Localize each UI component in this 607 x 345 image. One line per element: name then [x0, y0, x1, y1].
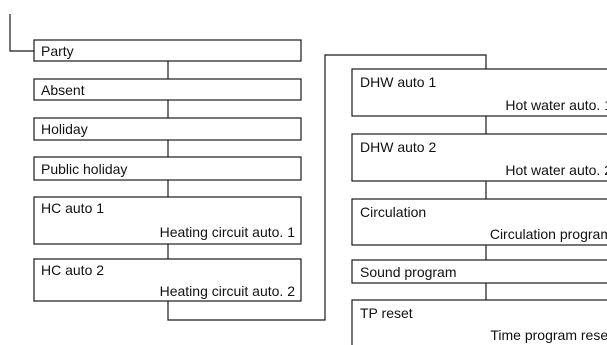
menu-item-subtitle: Circulation program [490, 226, 607, 242]
menu-item-title: Holiday [41, 121, 88, 137]
menu-item-title: HC auto 2 [41, 262, 104, 278]
menu-item-title: HC auto 1 [41, 200, 104, 216]
menu-item-dhw-auto-1[interactable]: DHW auto 1 Hot water auto. 1 [351, 68, 607, 117]
menu-item-title: Absent [41, 82, 85, 98]
menu-item-tp-reset[interactable]: TP reset Time program reset [351, 299, 607, 345]
menu-item-subtitle: Heating circuit auto. 1 [160, 224, 296, 240]
menu-item-title: TP reset [360, 305, 413, 321]
menu-tree-diagram: Party Absent Holiday Public holiday HC a… [9, 14, 607, 345]
menu-item-hc-auto-1[interactable]: HC auto 1 Heating circuit auto. 1 [33, 196, 302, 245]
entry-connector [9, 14, 34, 52]
menu-item-dhw-auto-2[interactable]: DHW auto 2 Hot water auto. 2 [351, 133, 607, 182]
menu-item-hc-auto-2[interactable]: HC auto 2 Heating circuit auto. 2 [33, 258, 302, 302]
menu-item-subtitle: Hot water auto. 2 [505, 162, 607, 178]
menu-item-public-holiday[interactable]: Public holiday [33, 156, 302, 181]
menu-item-sound-program[interactable]: Sound program [351, 259, 607, 284]
menu-item-absent[interactable]: Absent [33, 78, 302, 101]
menu-item-title: Public holiday [41, 161, 127, 177]
menu-item-title: Sound program [360, 264, 457, 280]
menu-item-title: Circulation [360, 204, 426, 220]
menu-item-title: DHW auto 2 [360, 139, 436, 155]
menu-item-title: Party [41, 43, 74, 59]
menu-item-subtitle: Time program reset [490, 327, 607, 343]
menu-item-subtitle: Hot water auto. 1 [505, 97, 607, 113]
menu-item-circulation[interactable]: Circulation Circulation program [351, 198, 607, 246]
menu-item-subtitle: Heating circuit auto. 2 [160, 283, 296, 299]
menu-item-party[interactable]: Party [33, 39, 302, 62]
menu-item-holiday[interactable]: Holiday [33, 117, 302, 141]
menu-item-title: DHW auto 1 [360, 74, 436, 90]
